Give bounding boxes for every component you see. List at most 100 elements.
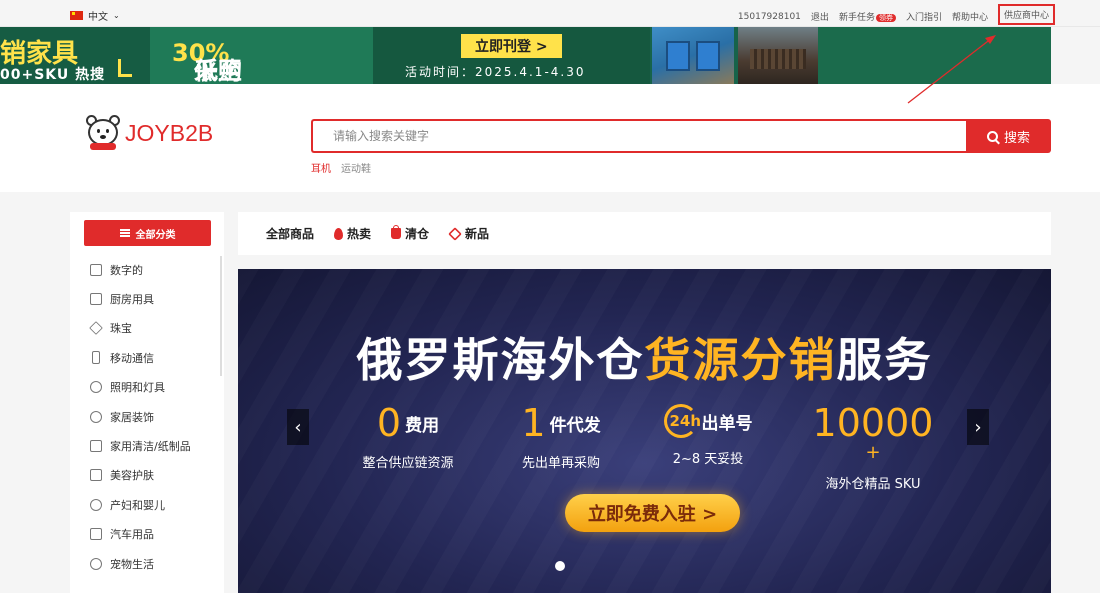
tab-label: 清仓 xyxy=(405,227,430,241)
list-icon xyxy=(119,229,130,237)
growth-chart-icon xyxy=(118,59,132,77)
tab-label: 全部商品 xyxy=(266,227,315,241)
category-label: 照明和灯具 xyxy=(110,381,165,395)
sidebar-scrollbar[interactable] xyxy=(220,256,222,376)
hot-word[interactable]: 耳机 xyxy=(311,160,331,175)
category-list: 数字的 厨房用具 珠宝 移动通信 照明和灯具 家居装饰 家用清洁/纸制品 美容护… xyxy=(89,255,191,578)
stat-sub: 整合供应链资源 xyxy=(362,456,454,471)
category-sidebar: 全部分类 数字的 厨房用具 珠宝 移动通信 照明和灯具 家居装饰 家用清洁/纸制… xyxy=(70,212,224,593)
pet-icon xyxy=(90,557,102,570)
category-label: 珠宝 xyxy=(110,322,132,336)
tab-all-products[interactable]: 全部商品 xyxy=(266,225,314,242)
promo-left-sub: 00+SKU 热搜 xyxy=(0,67,106,83)
promo-discount-panel: 低至 30% 采购 xyxy=(150,27,373,84)
hot-search-words: 耳机 运动鞋 xyxy=(311,160,371,175)
discount-suffix: 采购 xyxy=(194,57,242,84)
hot-word[interactable]: 运动鞋 xyxy=(341,160,371,175)
hero-title: 俄罗斯海外仓货源分销服务 xyxy=(238,324,1051,390)
stat-number: 24h xyxy=(669,412,702,430)
phone-icon xyxy=(92,351,100,365)
carousel-dot[interactable] xyxy=(555,561,565,571)
promo-period: 活动时间：2025.4.1-4.30 xyxy=(405,65,586,79)
logout-link[interactable]: 退出 xyxy=(811,10,829,23)
baby-icon xyxy=(90,498,102,511)
stove-icon xyxy=(90,293,102,306)
newbie-tasks-label: 新手任务 xyxy=(838,13,875,23)
category-item[interactable]: 珠宝 xyxy=(89,314,191,343)
promo-discount-text: 低至 30% 采购 xyxy=(172,39,242,84)
diamond-icon xyxy=(89,321,103,336)
account-phone[interactable]: 15017928101 xyxy=(738,12,801,22)
site-logo[interactable]: JOYB2B xyxy=(84,114,213,152)
category-item[interactable]: 家用清洁/纸制品 xyxy=(90,431,191,460)
hero-stat: 10000+ 海外仓精品 SKU xyxy=(808,404,938,492)
search-button[interactable]: 搜索 xyxy=(966,119,1051,153)
camera-icon xyxy=(90,263,102,276)
search-button-label: 搜索 xyxy=(1003,130,1030,146)
hero-title-part: 俄罗斯海外仓 xyxy=(356,333,645,387)
getting-started-link[interactable]: 入门指引 xyxy=(906,10,942,23)
stat-label: 费用 xyxy=(405,415,440,436)
site-header: JOYB2B 搜索 耳机 运动鞋 xyxy=(0,84,1100,192)
hero-title-highlight: 货源分销 xyxy=(644,333,837,387)
search-icon xyxy=(986,130,998,142)
lamp-icon xyxy=(90,381,102,394)
hero-carousel[interactable]: 俄罗斯海外仓货源分销服务 0 费用 整合供应链资源 1 件代发 先出单再采购 24h… xyxy=(238,269,1051,593)
hero-stat: 0 费用 整合供应链资源 xyxy=(353,404,463,471)
category-label: 美容护肤 xyxy=(110,469,154,483)
tissue-icon xyxy=(90,440,102,453)
car-icon xyxy=(90,528,102,541)
category-label: 宠物生活 xyxy=(110,557,154,571)
search-input[interactable] xyxy=(311,119,966,153)
stat-sub: 海外仓精品 SKU xyxy=(825,477,921,492)
category-label: 厨房用具 xyxy=(110,293,154,307)
promo-green-panel xyxy=(818,27,1051,84)
promo-banner[interactable]: 销家具 00+SKU 热搜 低至 30% 采购 立即刊登 > 活动时间：2025.… xyxy=(0,27,1051,84)
category-item[interactable]: 美容护肤 xyxy=(90,461,191,490)
newbie-tasks-link[interactable]: 新手任务 领券 xyxy=(839,10,896,23)
all-categories-button[interactable]: 全部分类 xyxy=(84,220,211,246)
category-item[interactable]: 照明和灯具 xyxy=(90,373,191,402)
cosmetics-icon xyxy=(90,469,102,482)
category-label: 产妇和婴儿 xyxy=(110,498,165,512)
help-center-link[interactable]: 帮助中心 xyxy=(952,10,988,23)
category-label: 家居装饰 xyxy=(110,410,154,424)
category-item[interactable]: 家居装饰 xyxy=(90,402,191,431)
flame-icon xyxy=(334,227,344,240)
search-bar: 搜索 xyxy=(311,119,1051,153)
promo-cta-panel: 立即刊登 > 活动时间：2025.4.1-4.30 xyxy=(373,27,650,84)
category-item[interactable]: 产妇和婴儿 xyxy=(90,490,191,519)
join-free-button[interactable]: 立即免费入驻 > xyxy=(565,494,740,532)
category-item[interactable]: 宠物生活 xyxy=(90,549,191,578)
clock-icon: 24h xyxy=(663,404,701,438)
category-label: 汽车用品 xyxy=(110,528,154,542)
category-item[interactable]: 移动通信 xyxy=(90,343,191,372)
chevron-down-icon: ⌄ xyxy=(113,11,120,20)
category-label: 数字的 xyxy=(110,263,143,277)
carousel-next-button[interactable]: › xyxy=(967,409,989,445)
tab-hot-sale[interactable]: 热卖 xyxy=(334,225,371,242)
bear-mascot-icon xyxy=(84,114,122,152)
tab-label: 新品 xyxy=(465,227,490,241)
coupon-badge: 领券 xyxy=(875,14,896,22)
category-item[interactable]: 厨房用具 xyxy=(90,284,191,313)
supplier-center-link[interactable]: 供应商中心 xyxy=(997,4,1055,25)
promo-furniture-panel: 销家具 00+SKU 热搜 xyxy=(0,27,150,84)
language-label: 中文 xyxy=(88,12,108,23)
promo-chairs-image xyxy=(652,27,734,84)
top-links: 15017928101 退出 新手任务 领券 入门指引 帮助中心 供应商中心 xyxy=(738,4,1055,25)
top-utility-bar: 中文 ⌄ 15017928101 退出 新手任务 领券 入门指引 帮助中心 供应商… xyxy=(0,0,1100,27)
category-item[interactable]: 汽车用品 xyxy=(90,520,191,549)
category-label: 家用清洁/纸制品 xyxy=(110,440,191,454)
carousel-prev-button[interactable]: ‹ xyxy=(287,409,309,445)
bag-icon xyxy=(391,225,402,239)
category-item[interactable]: 数字的 xyxy=(90,255,191,284)
stat-number: 10000 xyxy=(812,401,934,445)
tab-clearance[interactable]: 清仓 xyxy=(391,225,429,242)
stat-number: 0 xyxy=(376,401,402,445)
tab-new-arrivals[interactable]: 新品 xyxy=(448,225,490,242)
promo-publish-button[interactable]: 立即刊登 > xyxy=(461,34,562,58)
language-selector[interactable]: 中文 ⌄ xyxy=(70,8,120,23)
stat-label: 出单号 xyxy=(701,413,753,434)
category-label: 移动通信 xyxy=(110,351,154,365)
